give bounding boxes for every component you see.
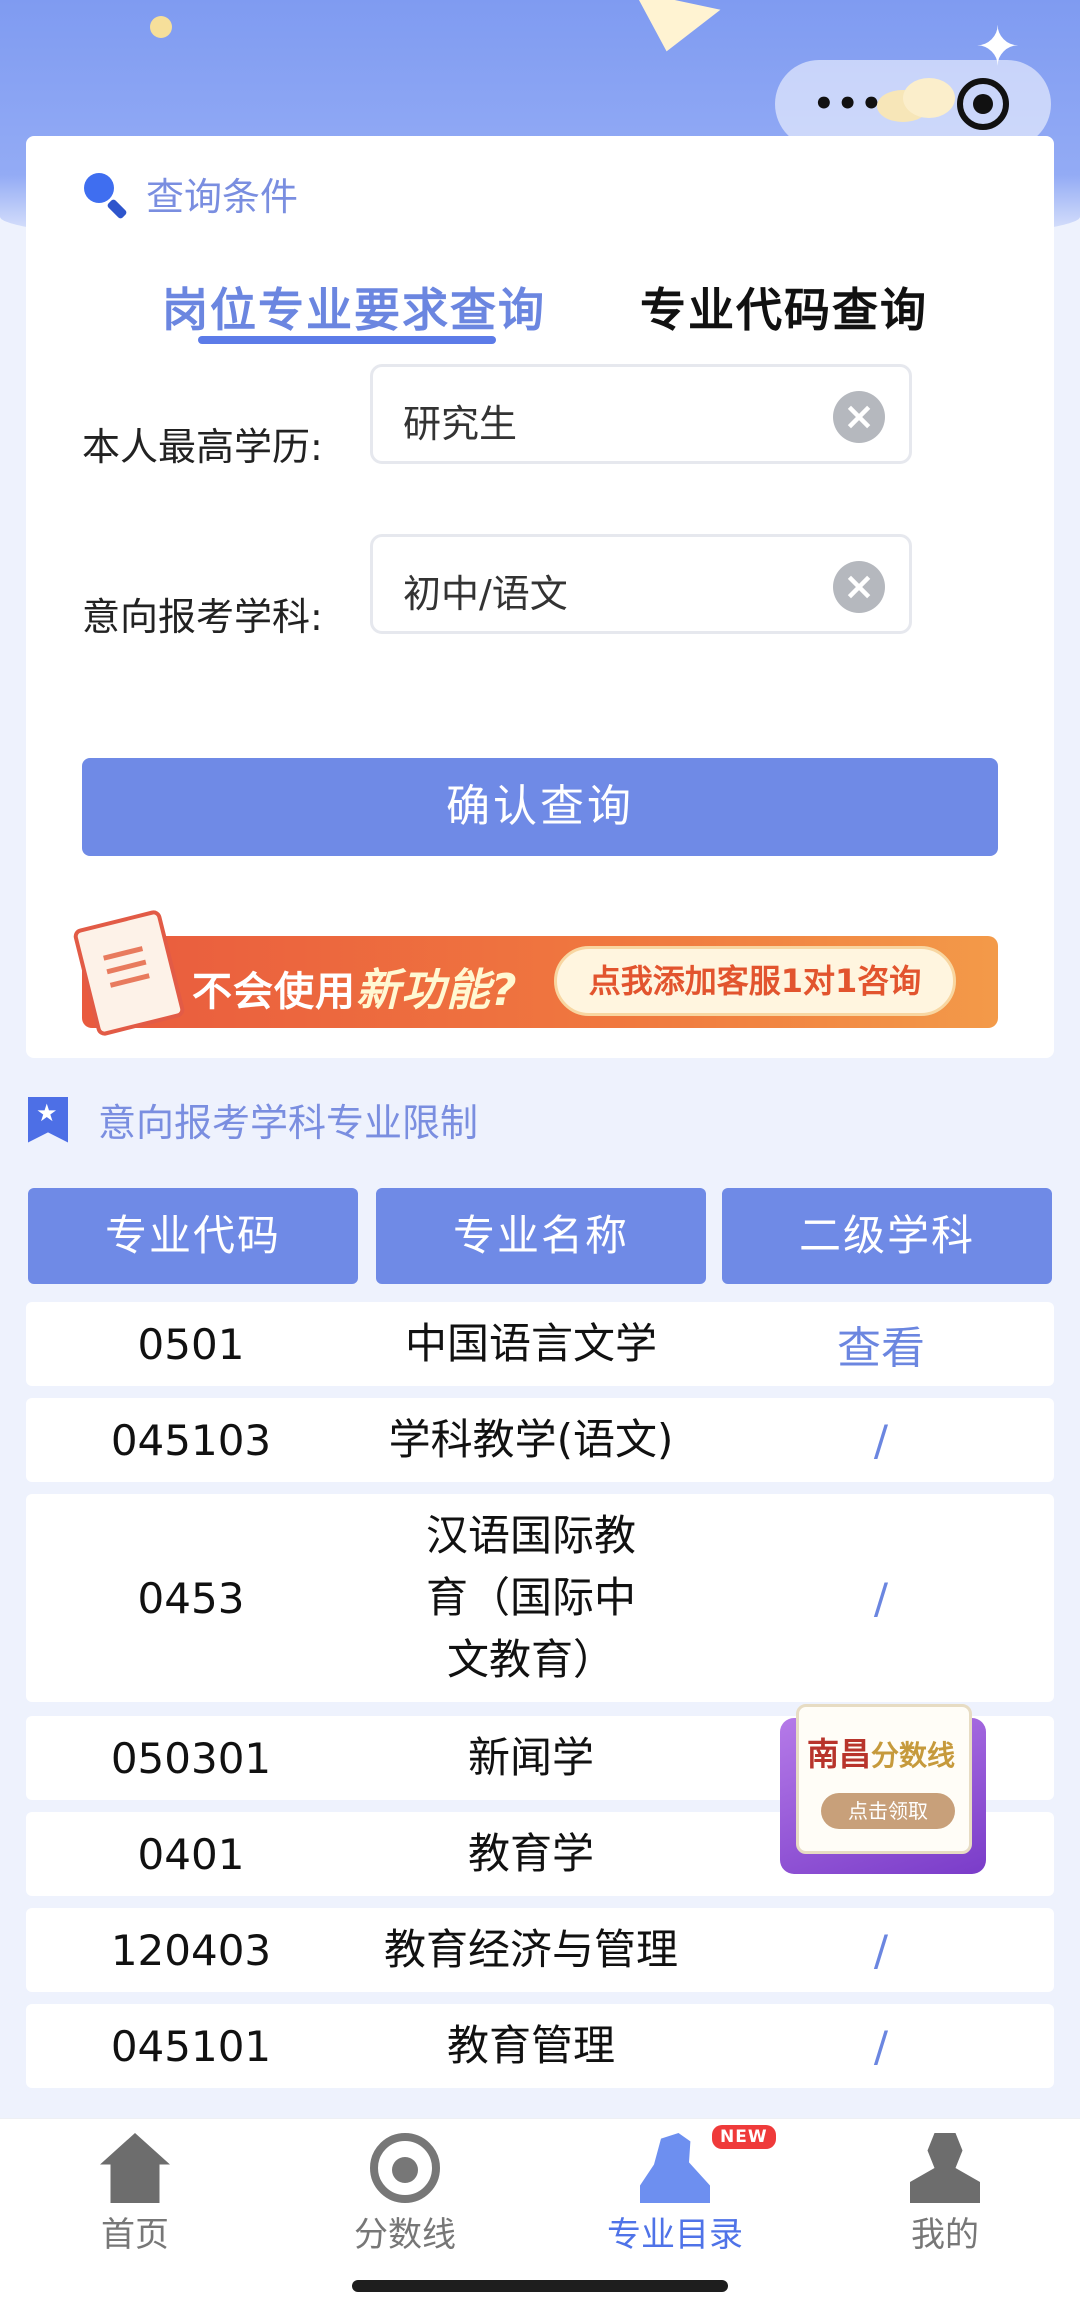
score-line-float-ad[interactable]: 南昌分数线 点击领取 [780, 1704, 986, 1874]
table-row: 045103 学科教学(语文) / [26, 1398, 1054, 1482]
major-code: 120403 [110, 1925, 272, 1975]
clear-subject-icon[interactable]: × [833, 561, 885, 613]
major-name: 新闻学 [467, 1733, 594, 1782]
table-row: 0453 汉语国际教育（国际中文教育） / [26, 1494, 1054, 1702]
banner-text: 不会使用新功能? [192, 954, 518, 1018]
major-name: 教育学 [467, 1829, 594, 1878]
new-badge: NEW [712, 2125, 776, 2149]
nav-home-label: 首页 [101, 2215, 169, 2255]
banner-text-highlight: 新功能? [356, 965, 518, 1016]
major-name: 汉语国际教育（国际中文教育） [425, 1511, 636, 1684]
active-tab-indicator [198, 336, 496, 344]
query-section-header: 查询条件 [82, 166, 298, 221]
major-code: 0401 [137, 1829, 245, 1879]
major-name: 教育经济与管理 [383, 1925, 678, 1974]
confirm-query-button[interactable]: 确认查询 [82, 758, 998, 856]
ad-title-text: 分数线 [871, 1739, 956, 1772]
subdiscipline-value: / [873, 2021, 889, 2071]
customer-service-banner[interactable]: 不会使用新功能? 点我添加客服1对1咨询 [72, 908, 998, 1038]
table-row: 0501 中国语言文学 查看 [26, 1302, 1054, 1386]
education-label: 本人最高学历: [82, 425, 323, 469]
add-service-pill[interactable]: 点我添加客服1对1咨询 [554, 946, 956, 1016]
people-icon [640, 2133, 710, 2203]
major-name: 学科教学(语文) [388, 1415, 674, 1464]
ad-city: 南昌 [807, 1735, 872, 1773]
nav-major-catalog-label: 专业目录 [607, 2215, 743, 2255]
education-field[interactable]: 研究生 × [370, 364, 912, 464]
paper-plane-icon [623, 0, 721, 61]
major-name: 中国语言文学 [404, 1319, 657, 1368]
ad-card: 南昌分数线 点击领取 [796, 1704, 972, 1854]
subdiscipline-value: / [873, 1573, 889, 1623]
major-code: 045101 [110, 2021, 272, 2071]
nav-major-catalog[interactable]: NEW 专业目录 [540, 2119, 810, 2269]
table-row: 120403 教育经济与管理 / [26, 1908, 1054, 1992]
close-miniprogram-icon[interactable] [957, 78, 1009, 130]
mini-program-capsule: ••• [775, 60, 1051, 148]
headset-icon [370, 2133, 440, 2203]
tab-major-code[interactable]: 专业代码查询 [640, 274, 928, 340]
view-subdiscipline-link[interactable]: 查看 [716, 1302, 1046, 1386]
tab-position-requirement[interactable]: 岗位专业要求查询 [162, 274, 546, 340]
decor-dot [150, 16, 172, 38]
claim-button[interactable]: 点击领取 [821, 1793, 955, 1829]
nav-score-line-label: 分数线 [354, 2215, 456, 2255]
column-header-name: 专业名称 [376, 1188, 706, 1284]
education-value: 研究生 [403, 402, 518, 446]
restriction-title: 意向报考学科专业限制 [98, 1101, 479, 1145]
subject-label: 意向报考学科: [82, 595, 323, 639]
cloud-icon [877, 78, 955, 122]
subject-row: 意向报考学科: 初中/语文 × [26, 534, 1054, 644]
nav-mine-label: 我的 [911, 2215, 979, 2255]
column-header-subdiscipline: 二级学科 [722, 1188, 1052, 1284]
query-tabs: 岗位专业要求查询 专业代码查询 [26, 274, 1054, 354]
nav-home[interactable]: 首页 [0, 2119, 270, 2269]
major-code: 050301 [110, 1733, 272, 1783]
ad-title: 南昌分数线 [807, 1729, 955, 1775]
home-icon [100, 2133, 170, 2203]
table-row: 045101 教育管理 / [26, 2004, 1054, 2088]
user-icon [910, 2133, 980, 2203]
major-code: 0501 [137, 1319, 245, 1369]
search-icon [82, 171, 128, 217]
subject-value: 初中/语文 [403, 572, 568, 616]
bookmark-star-icon [28, 1096, 68, 1143]
banner-text-prefix: 不会使用 [192, 969, 356, 1015]
query-card: 查询条件 岗位专业要求查询 专业代码查询 本人最高学历: 研究生 × 意向报考学… [26, 136, 1054, 1058]
restriction-header: 意向报考学科专业限制 [28, 1092, 478, 1147]
major-code: 045103 [110, 1415, 272, 1465]
clear-education-icon[interactable]: × [833, 391, 885, 443]
query-section-title: 查询条件 [146, 175, 299, 219]
column-header-code: 专业代码 [28, 1188, 358, 1284]
education-row: 本人最高学历: 研究生 × [26, 364, 1054, 474]
subdiscipline-value: / [873, 1925, 889, 1975]
subject-field[interactable]: 初中/语文 × [370, 534, 912, 634]
clipboard-icon [72, 908, 186, 1038]
nav-mine[interactable]: 我的 [810, 2119, 1080, 2269]
home-indicator[interactable] [352, 2280, 728, 2292]
major-code: 0453 [137, 1573, 245, 1623]
subdiscipline-value: / [873, 1415, 889, 1465]
major-name: 教育管理 [446, 2021, 615, 2070]
nav-score-line[interactable]: 分数线 [270, 2119, 540, 2269]
